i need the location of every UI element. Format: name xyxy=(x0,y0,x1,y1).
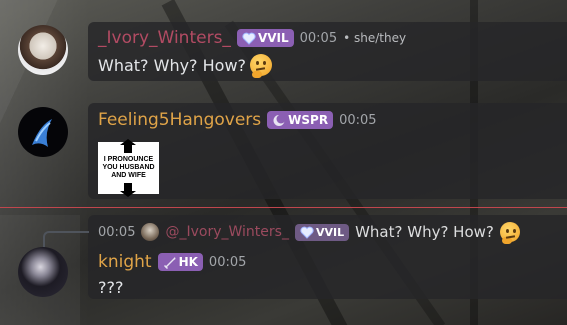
role-tag[interactable]: WSPR xyxy=(267,111,334,129)
arrow-down-icon xyxy=(120,183,136,197)
avatar-art xyxy=(32,119,52,147)
role-tag-label: HK xyxy=(178,255,198,269)
reply-preview[interactable]: 00:05 @_Ivory_Winters_ VVIL What? Why? H… xyxy=(98,222,520,244)
thinking-face-icon xyxy=(250,54,273,78)
avatar[interactable] xyxy=(18,25,68,75)
message-content: ??? xyxy=(98,278,123,297)
reply-role-tag: VVIL xyxy=(294,223,350,241)
role-tag-label: VVIL xyxy=(257,31,289,45)
reply-timestamp: 00:05 xyxy=(98,224,136,240)
arrow-up-icon xyxy=(120,139,136,153)
message-text: ??? xyxy=(98,278,124,297)
role-tag[interactable]: VVIL xyxy=(236,29,294,47)
moon-icon xyxy=(273,114,286,126)
heart-icon xyxy=(242,32,256,45)
message-text: What? Why? How? xyxy=(98,55,247,75)
reply-text: What? Why? How? xyxy=(355,223,494,241)
username[interactable]: _Ivory_Winters_ xyxy=(98,28,231,48)
image-caption: I PRONOUNCE YOU HUSBAND AND WIFE xyxy=(102,156,155,179)
message-header: Feeling5Hangovers WSPR 00:05 xyxy=(98,110,377,130)
sword-icon xyxy=(163,256,176,269)
timestamp: 00:05 xyxy=(208,254,247,270)
timestamp: 00:05 xyxy=(299,30,338,46)
username[interactable]: Feeling5Hangovers xyxy=(98,110,261,130)
message-header: _Ivory_Winters_ VVIL 00:05 • she/they xyxy=(98,28,406,48)
role-tag-label: VVIL xyxy=(315,225,345,239)
pronouns: • she/they xyxy=(343,31,407,45)
avatar[interactable] xyxy=(18,247,68,297)
role-tag-label: WSPR xyxy=(288,113,329,127)
timestamp: 00:05 xyxy=(339,112,377,128)
message-content: What? Why? How? xyxy=(98,54,273,78)
role-tag[interactable]: HK xyxy=(157,253,203,271)
message-header: knight HK 00:05 xyxy=(98,252,246,272)
reply-avatar xyxy=(141,223,160,241)
heart-icon xyxy=(300,226,314,239)
image-attachment[interactable]: I PRONOUNCE YOU HUSBAND AND WIFE xyxy=(98,139,159,197)
avatar[interactable] xyxy=(18,107,68,157)
thinking-face-icon xyxy=(499,222,520,244)
reply-username[interactable]: @_Ivory_Winters_ xyxy=(165,224,288,240)
username[interactable]: knight xyxy=(98,252,152,272)
new-messages-divider xyxy=(0,207,567,208)
